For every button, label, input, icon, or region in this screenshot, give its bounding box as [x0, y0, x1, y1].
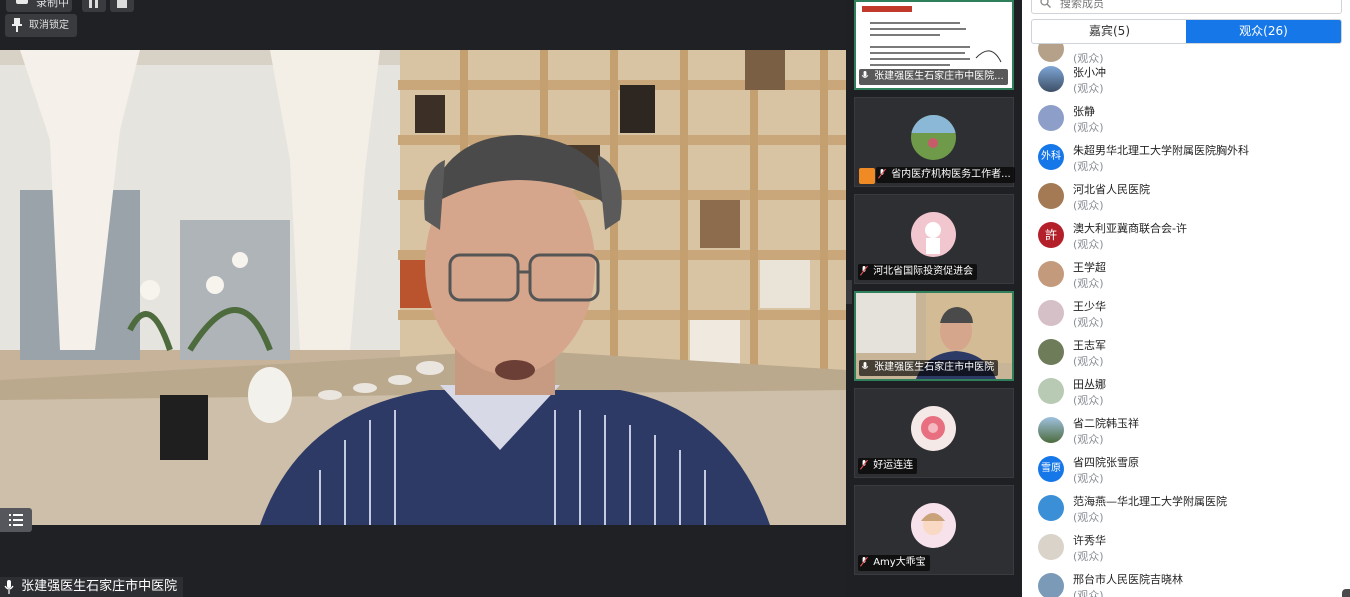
avatar [1038, 534, 1064, 560]
avatar [1038, 66, 1064, 92]
participant-avatar [911, 503, 956, 548]
list-item[interactable]: 王少华 (观众) [1022, 296, 1350, 335]
speaker-video-frame [0, 50, 846, 525]
member-search[interactable] [1031, 0, 1342, 14]
resize-corner[interactable] [1342, 589, 1350, 597]
participant-avatar [911, 406, 956, 451]
list-item[interactable]: 张静 (观众) [1022, 101, 1350, 140]
list-toggle-button[interactable] [0, 508, 32, 532]
unlock-button[interactable]: 取消锁定 [5, 14, 77, 37]
stop-button[interactable] [110, 0, 134, 12]
speaker-name: 张建强医生石家庄市中医院 [21, 579, 178, 594]
thumbnail-screen-share[interactable]: 张建强医生石家庄市中医院... [854, 0, 1014, 90]
tab-guests[interactable]: 嘉宾(5) [1032, 20, 1187, 43]
mic-muted-icon [860, 556, 868, 567]
host-icon [859, 168, 875, 184]
thumbnail-participant[interactable]: Amy大乖宝 [854, 485, 1014, 575]
search-icon [1040, 0, 1051, 8]
avatar [1038, 573, 1064, 597]
list-item[interactable]: 许秀华 (观众) [1022, 530, 1350, 569]
avatar [1038, 378, 1064, 404]
thumbnail-participant[interactable]: 好运连连 [854, 388, 1014, 478]
video-thumbnail-column: 张建强医生石家庄市中医院... 省内医疗机构医务工作者... 河北省国际投资促进… [846, 0, 1022, 597]
thumbnail-label: Amy大乖宝 [858, 555, 930, 571]
avatar [1038, 300, 1064, 326]
list-item[interactable]: 田丛娜 (观众) [1022, 374, 1350, 413]
mic-icon [861, 362, 869, 369]
list-item[interactable]: 范海燕—华北理工大学附属医院 (观众) [1022, 491, 1350, 530]
tab-audience[interactable]: 观众(26) [1186, 20, 1341, 43]
avatar [1038, 495, 1064, 521]
avatar: 外科 [1038, 144, 1064, 170]
avatar [1038, 105, 1064, 131]
list-item[interactable]: 王志军 (观众) [1022, 335, 1350, 374]
avatar: 雪原 [1038, 456, 1064, 482]
main-stage: 录制中 取消锁定 张建强医生石家庄市中医院 [0, 0, 846, 597]
speaker-name-tag: 张建强医生石家庄市中医院 [0, 577, 184, 597]
pause-button[interactable] [82, 0, 106, 12]
recording-label: 录制中 [36, 0, 69, 9]
participant-panel: 嘉宾(5) 观众(26) (观众) 张小冲 (观众) 张静 (观众) 外科 朱超… [1022, 0, 1350, 597]
recording-indicator[interactable]: 录制中 [6, 0, 72, 12]
collapse-handle[interactable] [846, 280, 852, 304]
avatar: 許 [1038, 222, 1064, 248]
thumbnail-label: 好运连连 [858, 458, 918, 474]
list-item[interactable]: 河北省人民医院 (观众) [1022, 179, 1350, 218]
thumbnail-participant[interactable]: 省内医疗机构医务工作者... [854, 97, 1015, 187]
avatar [1038, 339, 1064, 365]
thumbnail-label: 张建强医生石家庄市中医院 [859, 360, 999, 376]
pin-icon [12, 18, 22, 32]
list-item[interactable]: 許 澳大利亚冀商联合会-许 (观众) [1022, 218, 1350, 257]
list-item[interactable]: 邢台市人民医院吉晓林 (观众) [1022, 569, 1350, 597]
participant-tabs: 嘉宾(5) 观众(26) [1031, 19, 1342, 44]
list-item[interactable]: 王学超 (观众) [1022, 257, 1350, 296]
thumbnail-speaker-video[interactable]: 张建强医生石家庄市中医院 [854, 291, 1014, 381]
list-item[interactable]: 省二院韩玉祥 (观众) [1022, 413, 1350, 452]
list-item[interactable]: 张小冲 (观众) [1022, 62, 1350, 101]
mic-muted-icon [860, 265, 868, 276]
list-item[interactable]: 雪原 省四院张雪原 (观众) [1022, 452, 1350, 491]
mic-icon [4, 579, 14, 594]
pause-icon [89, 0, 98, 8]
list-item[interactable]: 外科 朱超男华北理工大学附属医院胸外科 (观众) [1022, 140, 1350, 179]
avatar [1038, 417, 1064, 443]
record-icon [16, 0, 28, 4]
list-icon [9, 514, 23, 526]
mic-icon [861, 71, 869, 78]
avatar [1038, 44, 1064, 62]
unlock-label: 取消锁定 [29, 20, 69, 31]
avatar [1038, 183, 1064, 209]
participant-list: (观众) 张小冲 (观众) 张静 (观众) 外科 朱超男华北理工大学附属医院胸外… [1022, 44, 1350, 597]
thumbnail-label: 省内医疗机构医务工作者... [876, 167, 1015, 183]
stop-icon [117, 0, 127, 8]
mic-muted-icon [878, 168, 886, 179]
thumbnail-participant[interactable]: 河北省国际投资促进会 [854, 194, 1014, 284]
participant-avatar [911, 115, 956, 160]
mic-muted-icon [860, 459, 868, 470]
thumbnail-label: 河北省国际投资促进会 [858, 264, 978, 280]
avatar [1038, 261, 1064, 287]
speaker-video[interactable] [0, 50, 846, 525]
thumbnail-label: 张建强医生石家庄市中医院... [859, 69, 1008, 85]
participant-avatar [911, 212, 956, 257]
search-input[interactable] [1058, 0, 1332, 11]
